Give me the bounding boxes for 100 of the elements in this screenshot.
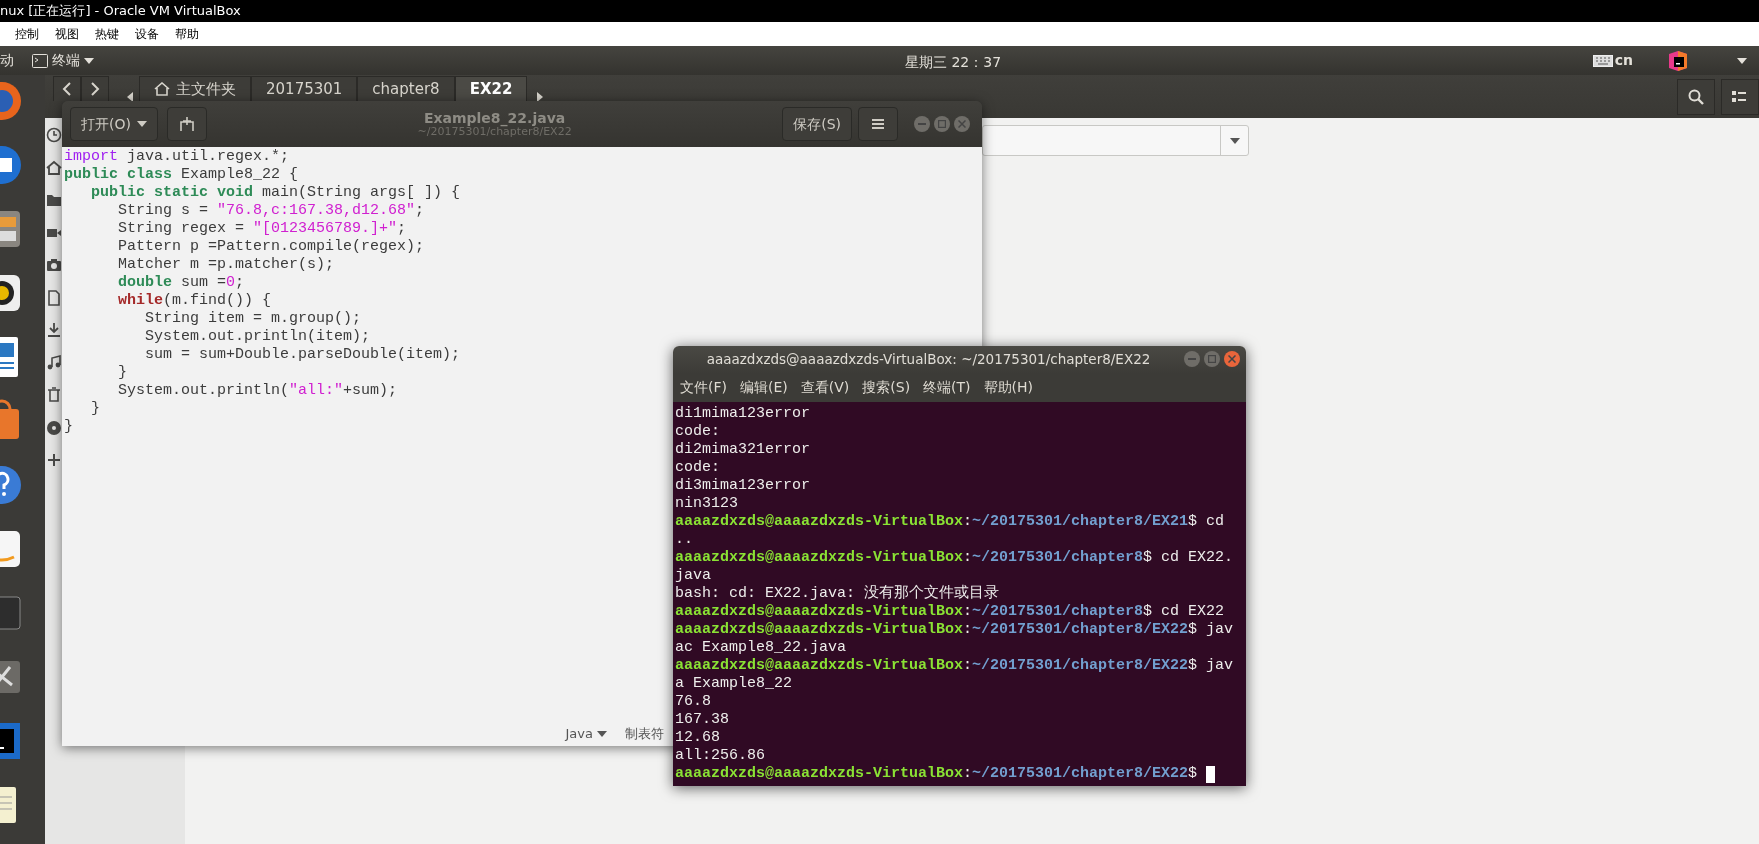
code-line: Matcher m =p.matcher(s); xyxy=(118,256,335,274)
caret-icon xyxy=(1737,57,1747,64)
terminal-line: ac Example8_22.java xyxy=(675,639,847,657)
terminal-line: 12.68 xyxy=(675,729,720,747)
dropdown-field[interactable] xyxy=(982,125,1249,156)
menu-item[interactable]: 文件(F) xyxy=(680,376,727,398)
menu-item[interactable]: 帮助 xyxy=(175,25,199,43)
home-icon xyxy=(154,82,170,96)
close-icon xyxy=(1228,355,1236,364)
code-line: sum = sum+Double.parseDouble(item); xyxy=(145,346,461,364)
menu-item[interactable]: 视图 xyxy=(55,25,79,43)
activities-button[interactable]: 动 xyxy=(0,50,14,71)
menu-item[interactable]: 帮助(H) xyxy=(983,376,1034,398)
terminal-line: di1mima123error xyxy=(675,405,811,423)
search-button[interactable] xyxy=(1677,78,1715,115)
clock: 星期三 22：37 xyxy=(905,53,1002,72)
save-button[interactable]: 保存(S) xyxy=(782,107,852,141)
path-button[interactable]: EX22 xyxy=(454,76,528,101)
path-button[interactable]: 20175301 xyxy=(251,76,358,101)
document-icon[interactable] xyxy=(46,289,62,306)
terminal-line: aaaazdxzds@aaaazdxzds-VirtualBox:~/20175301/chapter8/EX21$ cd xyxy=(675,513,1225,531)
code-line: String s = "76.8,c:167.38,d12.68"; xyxy=(118,202,425,220)
code-line: } xyxy=(64,418,73,436)
minimize-icon xyxy=(1188,358,1196,361)
back-button[interactable] xyxy=(53,76,81,101)
new-tab-icon xyxy=(178,116,195,132)
window-title: nux [正在运行] - Oracle VM VirtualBox xyxy=(0,2,241,21)
terminal-line: aaaazdxzds@aaaazdxzds-VirtualBox:~/20175301/chapter8/EX22$ xyxy=(675,765,1198,783)
maximize-icon xyxy=(1208,355,1216,364)
menu-item[interactable]: 编辑(E) xyxy=(740,376,788,398)
terminal-line: code: xyxy=(675,423,720,441)
terminal-line: bash: cd: EX22.java: 没有那个文件或目录 xyxy=(675,585,1000,603)
terminal-line: aaaazdxzds@aaaazdxzds-VirtualBox:~/20175301/chapter8/EX22$ jav xyxy=(675,621,1234,639)
music-icon[interactable] xyxy=(46,354,62,371)
download-icon[interactable] xyxy=(46,322,62,338)
close-button[interactable] xyxy=(1224,351,1240,368)
terminal-line: aaaazdxzds@aaaazdxzds-VirtualBox:~/20175301/chapter8$ cd EX22 xyxy=(675,603,1225,621)
app-menu[interactable]: 终端 xyxy=(32,50,94,71)
code-line: import java.util.regex.*; xyxy=(64,148,290,166)
code-line: double sum =0; xyxy=(118,274,245,292)
list-icon xyxy=(1732,89,1748,104)
code-line: } xyxy=(118,364,127,382)
scroll-right-icon[interactable] xyxy=(537,91,544,102)
code-line: while(m.find()) { xyxy=(118,292,272,310)
maximize-icon xyxy=(938,120,946,128)
trash-icon[interactable] xyxy=(46,387,62,403)
caret-icon xyxy=(597,730,607,737)
clock-icon[interactable] xyxy=(46,127,62,143)
path-button[interactable]: chapter8 xyxy=(357,76,455,101)
chevron-left-icon xyxy=(62,82,72,96)
window-title: Example8_22.java xyxy=(422,109,567,126)
menu-button[interactable] xyxy=(858,107,898,141)
chevron-right-icon xyxy=(90,82,100,96)
terminal-line: aaaazdxzds@aaaazdxzds-VirtualBox:~/20175301/chapter8/EX22$ jav xyxy=(675,657,1234,675)
tab-width-selector[interactable]: 制表符 xyxy=(625,723,664,744)
code-line: Pattern p =Pattern.compile(regex); xyxy=(118,238,425,256)
terminal-line: aaaazdxzds@aaaazdxzds-VirtualBox:~/20175301/chapter8$ cd EX22. xyxy=(675,549,1234,567)
terminal-icon xyxy=(32,53,48,68)
forward-button[interactable] xyxy=(81,76,109,101)
home-icon[interactable] xyxy=(46,159,62,176)
terminal-line: .. xyxy=(675,531,693,549)
code-line: System.out.println(item); xyxy=(145,328,371,346)
cube-icon[interactable] xyxy=(1667,49,1689,72)
menu-item[interactable]: 查看(V) xyxy=(800,376,850,398)
menu-item[interactable]: 控制 xyxy=(15,25,39,43)
plus-icon[interactable] xyxy=(46,452,62,468)
keyboard-icon xyxy=(1592,54,1613,67)
minimize-icon xyxy=(918,123,926,125)
terminal-line: code: xyxy=(675,459,720,477)
folder-icon[interactable] xyxy=(46,192,62,208)
terminal-line: all:256.86 xyxy=(675,747,765,765)
open-button[interactable]: 打开(O) xyxy=(70,107,158,141)
search-icon xyxy=(1688,88,1704,105)
close-icon xyxy=(958,120,966,128)
code-line: public class Example8_22 { xyxy=(64,166,299,184)
menu-item[interactable]: 终端(T) xyxy=(923,376,971,398)
code-line: } xyxy=(91,400,100,418)
terminal-line: 76.8 xyxy=(675,693,711,711)
terminal-line: 167.38 xyxy=(675,711,729,729)
menu-item[interactable]: 搜索(S) xyxy=(862,376,911,398)
new-tab-button[interactable] xyxy=(166,107,207,141)
list-view-button[interactable] xyxy=(1721,78,1759,115)
menu-item[interactable]: 设备 xyxy=(135,25,159,43)
caret-icon xyxy=(1229,137,1240,144)
disc-icon[interactable] xyxy=(46,419,62,436)
camera-icon[interactable] xyxy=(46,257,62,273)
menu-item[interactable]: 热键 xyxy=(95,25,119,43)
caret-icon xyxy=(84,57,94,64)
language-selector[interactable]: Java xyxy=(565,723,607,744)
scroll-left-icon[interactable] xyxy=(127,91,133,102)
caret-icon xyxy=(136,121,147,127)
terminal-line: a Example8_22 xyxy=(675,675,793,693)
terminal-line: di2mima321error xyxy=(675,441,811,459)
terminal-line: di3mima123error xyxy=(675,477,811,495)
path-button[interactable]: 主文件夹 xyxy=(139,76,251,101)
code-line: public static void main(String args[ ]) { xyxy=(91,184,461,202)
input-method-label[interactable]: cn xyxy=(1614,50,1633,71)
terminal-line: java xyxy=(675,567,711,585)
menu-icon xyxy=(871,118,885,130)
terminal-line: nin3123 xyxy=(675,495,738,513)
